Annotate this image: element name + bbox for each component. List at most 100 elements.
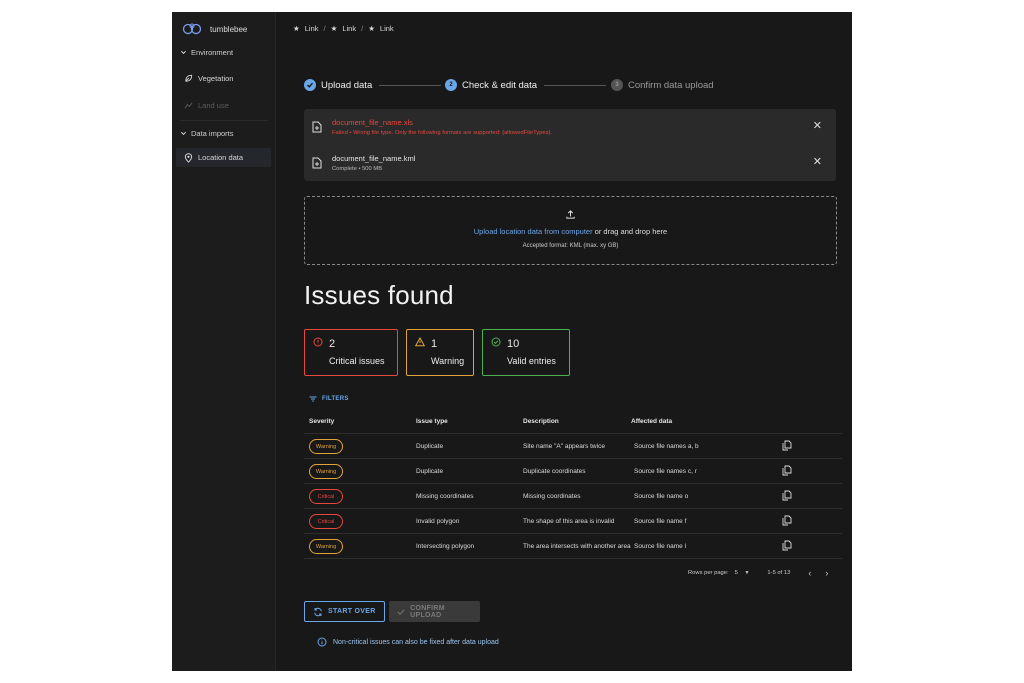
start-over-button[interactable]: START OVER — [304, 601, 385, 622]
file-meta: Failed • Wrong file type. Only the follo… — [332, 130, 552, 136]
page-range: 1-5 of 13 — [767, 570, 791, 576]
chevron-left-icon[interactable]: ‹ — [808, 568, 811, 578]
card-label: Warning — [431, 356, 465, 366]
check-icon — [397, 608, 405, 615]
land-icon — [184, 102, 193, 109]
sidebar-group-label: Environment — [191, 48, 234, 57]
affected-data-cell: Source file name f — [634, 518, 687, 525]
issues-title: Issues found — [304, 280, 454, 310]
description-cell: Site name "A" appears twice — [523, 443, 605, 450]
table-row[interactable]: Warning Duplicate Duplicate coordinates Sou… — [304, 459, 842, 484]
accepted-format-text: Accepted format: KML (max. xy GB) — [522, 243, 619, 249]
check-circle-icon — [491, 337, 501, 347]
issue-type-cell: Duplicate — [416, 443, 444, 450]
rows-per-page-label: Rows per page: — [688, 570, 729, 576]
close-icon[interactable]: ✕ — [813, 157, 822, 168]
description-cell: Duplicate coordinates — [523, 468, 586, 475]
severity-chip: Critical — [309, 489, 343, 504]
table-body: Warning Duplicate Site name "A" appears tw… — [304, 434, 842, 559]
critical-issues-card[interactable]: 2 Critical issues — [304, 329, 398, 376]
column-header-severity[interactable]: Severity — [309, 418, 334, 425]
description-cell: The area intersects with another area — [523, 543, 631, 550]
file-status: Complete — [332, 166, 357, 172]
sidebar: tumblebee Environment Vegetation Land us… — [172, 12, 276, 671]
location-pin-icon — [184, 152, 193, 163]
description-cell: The shape of this area is invalid — [523, 518, 615, 525]
pagination: Rows per page: 5 ▼ 1-5 of 13 ‹ › — [688, 568, 828, 578]
close-icon[interactable]: ✕ — [813, 121, 822, 132]
breadcrumb-link[interactable]: Link — [305, 24, 319, 33]
affected-data-cell: Source file name o — [634, 493, 689, 500]
error-circle-icon — [313, 337, 323, 347]
card-count: 10 — [507, 338, 520, 350]
sidebar-item-land-use: Land use — [184, 101, 229, 110]
table-row[interactable]: Critical Invalid polygon The shape of this… — [304, 509, 842, 534]
step-upload-data: Upload data — [304, 79, 372, 91]
confirm-upload-label: CONFIRM UPLOAD — [410, 604, 445, 619]
copy-file-icon[interactable] — [782, 465, 792, 476]
severity-chip: Warning — [309, 464, 343, 479]
star-icon: ★ — [330, 24, 338, 33]
step-index-badge: 3 — [611, 79, 623, 91]
app-window: tumblebee Environment Vegetation Land us… — [172, 12, 852, 671]
warning-card[interactable]: 1 Warning — [406, 329, 474, 376]
table-header: Severity Issue type Description Affected… — [304, 410, 842, 434]
issue-type-cell: Duplicate — [416, 468, 444, 475]
copy-file-icon[interactable] — [782, 515, 792, 526]
card-count: 1 — [431, 338, 438, 350]
card-label: Valid entries — [507, 356, 556, 366]
filters-button[interactable]: FILTERS — [309, 396, 349, 402]
upload-dropzone[interactable]: Upload location data from computer or dr… — [304, 196, 837, 265]
sidebar-item-label: Vegetation — [198, 74, 234, 83]
affected-data-cell: Source file name l — [634, 543, 687, 550]
app-name: tumblebee — [210, 24, 248, 34]
affected-data-cell: Source file names c, r — [634, 468, 697, 475]
issue-type-cell: Missing coordinates — [416, 493, 474, 500]
file-icon — [312, 157, 322, 169]
stepper: Upload data 2 Check & edit data 3 Confir… — [304, 79, 724, 93]
step-check-edit-data: 2 Check & edit data — [445, 79, 537, 91]
upload-link[interactable]: Upload location data from computer — [474, 227, 593, 236]
sidebar-item-label: Location data — [198, 153, 244, 162]
rows-per-page-select[interactable]: 5 ▼ — [735, 570, 750, 576]
copy-file-icon[interactable] — [782, 490, 792, 501]
brand[interactable]: tumblebee — [182, 22, 247, 36]
upload-icon — [566, 210, 575, 219]
star-icon: ★ — [293, 24, 300, 33]
info-note-text: Non-critical issues can also be fixed af… — [333, 638, 499, 646]
file-error-detail: Wrong file type. Only the following form… — [353, 130, 553, 136]
copy-file-icon[interactable] — [782, 440, 792, 451]
confirm-upload-button[interactable]: CONFIRM UPLOAD — [389, 601, 480, 622]
info-icon — [317, 637, 327, 647]
sidebar-item-location-data[interactable]: Location data — [176, 148, 271, 167]
file-meta: Complete • 500 MB — [332, 166, 382, 172]
filter-icon — [309, 396, 317, 402]
refresh-icon — [314, 607, 322, 616]
file-name: document_file_name.xls — [332, 118, 413, 127]
affected-data-cell: Source file names a, b — [634, 443, 699, 450]
column-header-affected-data[interactable]: Affected data — [631, 418, 672, 425]
sidebar-group-label: Data imports — [191, 129, 234, 138]
step-index-badge: 2 — [445, 79, 457, 91]
table-row[interactable]: Warning Intersecting polygon The area inte… — [304, 534, 842, 559]
sidebar-group-environment[interactable]: Environment — [180, 48, 233, 57]
sidebar-item-vegetation[interactable]: Vegetation — [184, 74, 233, 83]
chevron-right-icon[interactable]: › — [825, 568, 828, 578]
copy-file-icon[interactable] — [782, 540, 792, 551]
chevron-down-icon — [180, 131, 187, 136]
step-label: Check & edit data — [462, 79, 537, 91]
table-row[interactable]: Critical Missing coordinates Missing coord… — [304, 484, 842, 509]
step-connector — [379, 85, 441, 86]
breadcrumb-link[interactable]: Link — [342, 24, 356, 33]
severity-chip: Warning — [309, 539, 343, 554]
table-row[interactable]: Warning Duplicate Site name "A" appears tw… — [304, 434, 842, 459]
valid-entries-card[interactable]: 10 Valid entries — [482, 329, 570, 376]
breadcrumb-link[interactable]: Link — [380, 24, 394, 33]
step-label: Upload data — [321, 79, 373, 91]
filters-label: FILTERS — [322, 396, 349, 402]
file-size: 500 MB — [362, 166, 383, 172]
issue-type-cell: Invalid polygon — [416, 518, 460, 525]
column-header-issue-type[interactable]: Issue type — [416, 418, 448, 425]
column-header-description[interactable]: Description — [523, 418, 559, 425]
sidebar-group-data-imports[interactable]: Data imports — [180, 129, 234, 138]
